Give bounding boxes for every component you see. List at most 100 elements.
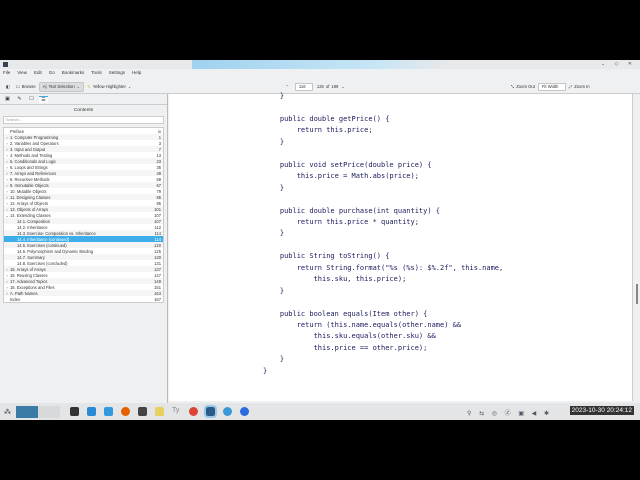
toc-item[interactable]: › 15. Arrays of Arrays 137 [4,266,163,272]
toc-item[interactable]: › 16. Reusing Classes 147 [4,272,163,278]
toc-item[interactable]: › 9. Immutable Objects 67 [4,182,163,188]
code-line: this.price == other.price); [263,343,428,352]
virtual-desktop-2[interactable] [38,405,60,418]
toc-item[interactable]: 14.8. Exercises (concluded) 131 [4,260,163,266]
thumbnails-tab-icon[interactable]: ▣ [3,96,12,102]
scrollbar-thumb[interactable] [636,284,638,304]
store-icon[interactable] [87,407,96,416]
toc-item-label: 17. Advanced Topics [10,278,48,284]
document-view[interactable]: } public double getPrice() { return this… [169,93,632,401]
virtual-desktop-1[interactable] [16,405,38,418]
toc-item[interactable]: › 2. Variables and Operators 3 [4,140,163,146]
toc-item[interactable]: › 13. Objects of Arrays 101 [4,206,163,212]
toggle-sidebar-button[interactable]: ◧ [3,82,13,92]
menu-help[interactable]: Help [132,70,141,75]
toc-item[interactable]: 14.1. Composition 107 [4,218,163,224]
notes-icon[interactable] [155,407,164,416]
app-launcher-icon[interactable]: ⁂ [4,408,11,416]
page-number-input[interactable]: 116 [294,82,313,91]
highlighter-tool-button[interactable]: ✎ Yellow Highlighter ⌄ [84,82,134,92]
page-label: 126 [316,84,324,89]
code-line: return String.format("%s (%s): $%.2f", t… [263,263,504,272]
toc-item[interactable]: › 1. Computer Programming 1 [4,134,163,140]
menu-view[interactable]: View [17,70,27,75]
toc-item[interactable]: 14.5. Exercises (continued) 120 [4,242,163,248]
toc-item[interactable]: › 18. Exceptions and Files 151 [4,284,163,290]
zoom-out-button[interactable]: ⤡ Zoom Out [508,82,538,92]
browser-icon[interactable] [223,407,232,416]
system-tray[interactable]: ⚲ ⇆ ◎ Ⓩ ▣ ◀ ✱ [467,408,552,417]
toc-item[interactable]: ⌄ 14. Extending Classes 107 [4,212,163,218]
toc-item[interactable]: › 10. Mutable Objects 79 [4,188,163,194]
toc-item-page: 131 [154,260,161,266]
contents-tab-icon[interactable]: ☰ [39,95,48,103]
toc-item[interactable]: › A. Path Names 163 [4,290,163,296]
menu-file[interactable]: File [3,70,10,75]
taskbar: ⁂ Ty ⚲ ⇆ ◎ Ⓩ ▣ ◀ ✱ 2023-10-30 20:24:12 [0,403,640,420]
code-line: this.sku, this.price); [263,275,407,284]
vertical-scrollbar[interactable] [632,94,640,401]
toc-item[interactable]: › 3. Input and Output 7 [4,146,163,152]
toc-item[interactable]: › 6. Loops and Strings 35 [4,164,163,170]
toc-item-page: 35 [156,164,161,170]
toc-item[interactable]: 14.7. Summary 130 [4,254,163,260]
toc-item[interactable]: › 8. Recursive Methods 59 [4,176,163,182]
toc-item[interactable]: › 5. Conditionals and Logic 23 [4,158,163,164]
zoom-app-icon[interactable] [240,407,249,416]
app-icon [3,62,8,67]
toc-item[interactable]: 14.2. Inheritance 112 [4,224,163,230]
toc-item-page: 67 [156,182,161,188]
menu-go[interactable]: Go [49,70,55,75]
toc-item-page: 79 [156,188,161,194]
previous-page-button[interactable]: ⌃ [282,82,292,92]
text-cursor-icon: A| [42,84,47,89]
browse-tool-button[interactable]: ☐ Browse [13,82,39,92]
toc-item-page: 137 [154,266,161,272]
bookmarks-tab-icon[interactable]: ☐ [27,96,36,102]
toc-item-label: Preface [10,128,25,134]
toc-item-page: 1 [158,134,161,140]
next-page-button[interactable]: ⌄ [338,82,348,92]
menu-settings[interactable]: Settings [109,70,125,75]
zoom-out-icon: ⤡ [510,84,515,89]
text-selection-tool-button[interactable]: A| Text Selection ⌄ [38,81,85,92]
window-controls[interactable]: ⌄ ◇ ✕ [601,61,636,67]
zoom-mode-select[interactable]: Fit Width [537,82,566,91]
toc-item[interactable]: › 12. Arrays of Objects 95 [4,200,163,206]
console-icon[interactable] [138,407,147,416]
clock[interactable]: 2023-10-30 20:24:12 [569,406,634,415]
toc-item[interactable]: › 17. Advanced Topics 149 [4,278,163,284]
toc-item[interactable]: › 4. Methods and Testing 13 [4,152,163,158]
zoom-in-button[interactable]: ⤢ Zoom In [566,82,593,92]
menu-tools[interactable]: Tools [91,70,102,75]
toc-item[interactable]: Index 167 [4,296,163,302]
contents-title: Contents [73,108,94,113]
toc-item-label: 15. Arrays of Arrays [10,266,46,272]
toc-item-label: 14.5. Exercises (continued) [17,242,67,248]
menu-bookmarks[interactable]: Bookmarks [62,70,85,75]
code-line: } [263,355,285,364]
toc-item[interactable]: 14.6. Polymorphism and Dynamic Binding 12… [4,248,163,254]
typora-icon[interactable]: Ty [172,407,181,416]
toc-item[interactable]: › 7. Arrays and References 49 [4,170,163,176]
chrome-icon[interactable] [189,407,198,416]
toc-item-page: 147 [154,272,161,278]
toc-item[interactable]: 14.3. Exercise: Composition vs. Inherita… [4,230,163,236]
toc-item-label: A. Path Names [10,290,38,296]
okular-icon[interactable] [204,405,217,418]
menu-bar: File View Edit Go Bookmarks Tools Settings Help [3,70,141,75]
toc-item[interactable]: Preface ix [4,128,163,134]
toc-item-label: 14.6. Polymorphism and Dynamic Binding [17,248,93,254]
code-line: this.sku.equals(other.sku) && [263,332,436,341]
annotations-tab-icon[interactable]: ✎ [15,96,24,102]
toc-item-page: 120 [154,242,161,248]
file-manager-icon[interactable] [104,407,113,416]
of-label: of [325,84,330,89]
toc-item[interactable]: › 11. Designing Classes 85 [4,194,163,200]
menu-edit[interactable]: Edit [34,70,42,75]
contents-search-input[interactable]: Search... [3,116,164,124]
firefox-icon[interactable] [121,407,130,416]
toc-item-page: 130 [154,254,161,260]
terminal-icon[interactable] [70,407,79,416]
toc-item[interactable]: 14.4. Inheritance (continued) 114 [4,236,163,242]
